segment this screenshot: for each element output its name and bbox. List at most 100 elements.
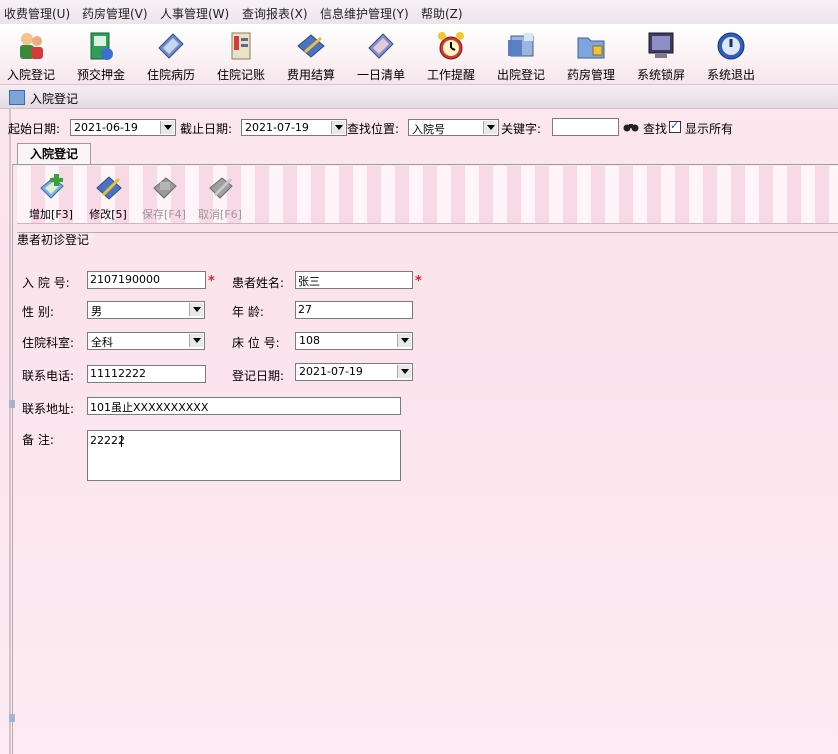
age-field[interactable]: 27	[295, 301, 413, 319]
register-date-value: 2021-07-19	[299, 365, 363, 378]
start-date-picker[interactable]: 2021-06-19	[70, 119, 176, 136]
bed-no-select[interactable]: 108	[295, 332, 413, 350]
text-caret	[121, 435, 122, 447]
department-value: 全科	[91, 336, 113, 349]
discharge-icon	[508, 33, 534, 57]
medical-record-icon	[158, 33, 184, 59]
required-marker: *	[208, 274, 215, 289]
search-position-select[interactable]: 入院号	[408, 119, 499, 136]
tab-strip: 入院登记	[12, 142, 838, 165]
toolbar-daily-list-label: 一日清单	[356, 68, 405, 82]
toolbar-deposit-label: 预交押金	[76, 68, 125, 82]
age-label: 年 龄:	[232, 305, 264, 319]
search-position-label: 查找位置:	[347, 122, 400, 136]
toolbar-pharmacy-label: 药房管理	[566, 68, 615, 82]
bed-no-value: 108	[299, 334, 320, 347]
menu-hr[interactable]: 人事管理(W)	[160, 5, 229, 22]
deposit-icon	[90, 32, 113, 60]
chevron-down-icon[interactable]	[189, 303, 203, 316]
patient-name-value: 张三	[298, 275, 320, 288]
toolbar-exit-button[interactable]: 系统退出	[696, 28, 766, 84]
toolbar-lock-label: 系统锁屏	[636, 68, 685, 82]
add-button[interactable]: 增加[F3]	[24, 172, 78, 221]
toolbar-discharge-button[interactable]: 出院登记	[486, 28, 556, 84]
group-box-title: 患者初诊登记	[17, 231, 97, 248]
chevron-down-icon[interactable]	[331, 121, 345, 134]
toolbar-reminder-label: 工作提醒	[426, 68, 475, 82]
binoculars-icon[interactable]	[623, 121, 639, 133]
show-all-checkbox[interactable]	[669, 119, 681, 133]
chevron-down-icon[interactable]	[189, 334, 203, 347]
end-date-value: 2021-07-19	[245, 121, 309, 134]
settlement-icon	[297, 34, 325, 58]
chevron-down-icon[interactable]	[483, 121, 497, 134]
pharmacy-folder-icon	[577, 37, 605, 59]
menu-charge[interactable]: 收费管理(U)	[4, 5, 70, 22]
note-label: 备 注:	[22, 433, 54, 447]
toolbar-settlement-button[interactable]: 费用结算	[276, 28, 346, 84]
menu-reports[interactable]: 查询报表(X)	[242, 5, 308, 22]
department-select[interactable]: 全科	[87, 332, 205, 350]
daily-list-icon	[368, 33, 394, 59]
monitor-lock-icon	[648, 32, 674, 58]
note-textarea[interactable]: 22222	[87, 430, 401, 481]
menu-help[interactable]: 帮助(Z)	[421, 5, 463, 22]
address-field[interactable]: 101虽止XXXXXXXXXX	[87, 397, 401, 415]
phone-label: 联系电话:	[22, 369, 75, 383]
menu-bar: 收费管理(U) 药房管理(V) 人事管理(W) 查询报表(X) 信息维护管理(Y…	[0, 0, 838, 25]
toolbar-discharge-label: 出院登记	[496, 68, 545, 82]
phone-field[interactable]: 11112222	[87, 365, 206, 383]
toolbar-pharmacy-button[interactable]: 药房管理	[556, 28, 626, 84]
gender-value: 男	[91, 305, 102, 318]
admission-icon	[20, 33, 43, 59]
toolbar-lock-button[interactable]: 系统锁屏	[626, 28, 696, 84]
toolbar-settlement-label: 费用结算	[286, 68, 335, 82]
note-value: 22222	[90, 434, 125, 447]
register-date-picker[interactable]: 2021-07-19	[295, 363, 413, 381]
start-date-value: 2021-06-19	[74, 121, 138, 134]
chevron-down-icon[interactable]	[397, 365, 411, 378]
cancel-icon	[209, 177, 233, 199]
toolbar-reminder-button[interactable]: 工作提醒	[416, 28, 486, 84]
menu-info-maintenance[interactable]: 信息维护管理(Y)	[320, 5, 409, 22]
patient-name-field[interactable]: 张三	[295, 271, 413, 289]
main-toolbar: 入院登记 预交押金 住院病历 住院记账 费用结算 一日清单 工作提醒 出院登记 …	[0, 24, 838, 85]
toolbar-admission-label: 入院登记	[6, 68, 55, 82]
end-date-label: 截止日期:	[180, 122, 233, 136]
left-border	[9, 108, 11, 754]
toolbar-medical-record-label: 住院病历	[146, 68, 195, 82]
toolbar-admission-button[interactable]: 入院登记	[0, 28, 66, 84]
cancel-button[interactable]: 取消[F6]	[193, 172, 247, 221]
end-date-picker[interactable]: 2021-07-19	[241, 119, 347, 136]
toolbar-medical-record-button[interactable]: 住院病历	[136, 28, 206, 84]
bed-no-label: 床 位 号:	[232, 336, 280, 350]
tab-admission[interactable]: 入院登记	[17, 143, 91, 164]
add-icon	[40, 174, 64, 199]
chevron-down-icon[interactable]	[160, 121, 174, 134]
edit-icon	[96, 176, 122, 200]
save-button[interactable]: 保存[F4]	[137, 172, 191, 221]
admission-no-field[interactable]: 2107190000	[87, 271, 206, 289]
cancel-button-label: 取消[F6]	[198, 208, 242, 221]
menu-pharmacy[interactable]: 药房管理(V)	[82, 5, 148, 22]
department-label: 住院科室:	[22, 336, 75, 350]
find-button[interactable]: 查找	[643, 120, 667, 137]
save-icon	[153, 177, 177, 199]
toolbar-exit-label: 系统退出	[706, 68, 755, 82]
group-box-title-text: 患者初诊登记	[17, 233, 94, 247]
toolbar-daily-list-button[interactable]: 一日清单	[346, 28, 416, 84]
power-icon	[717, 32, 745, 60]
edit-button-label: 修改[5]	[89, 208, 127, 221]
gender-select[interactable]: 男	[87, 301, 205, 319]
show-all-label: 显示所有	[685, 122, 734, 136]
toolbar-billing-button[interactable]: 住院记账	[206, 28, 276, 84]
toolbar-deposit-button[interactable]: 预交押金	[66, 28, 136, 84]
start-date-label: 起始日期:	[8, 122, 61, 136]
chevron-down-icon[interactable]	[397, 334, 411, 347]
keyword-input[interactable]	[552, 118, 619, 136]
admission-no-value: 2107190000	[90, 273, 160, 286]
group-box-line	[17, 232, 838, 234]
edit-button[interactable]: 修改[5]	[81, 172, 135, 221]
window-title: 入院登记	[30, 92, 79, 106]
address-value: 101虽止XXXXXXXXXX	[90, 401, 209, 414]
